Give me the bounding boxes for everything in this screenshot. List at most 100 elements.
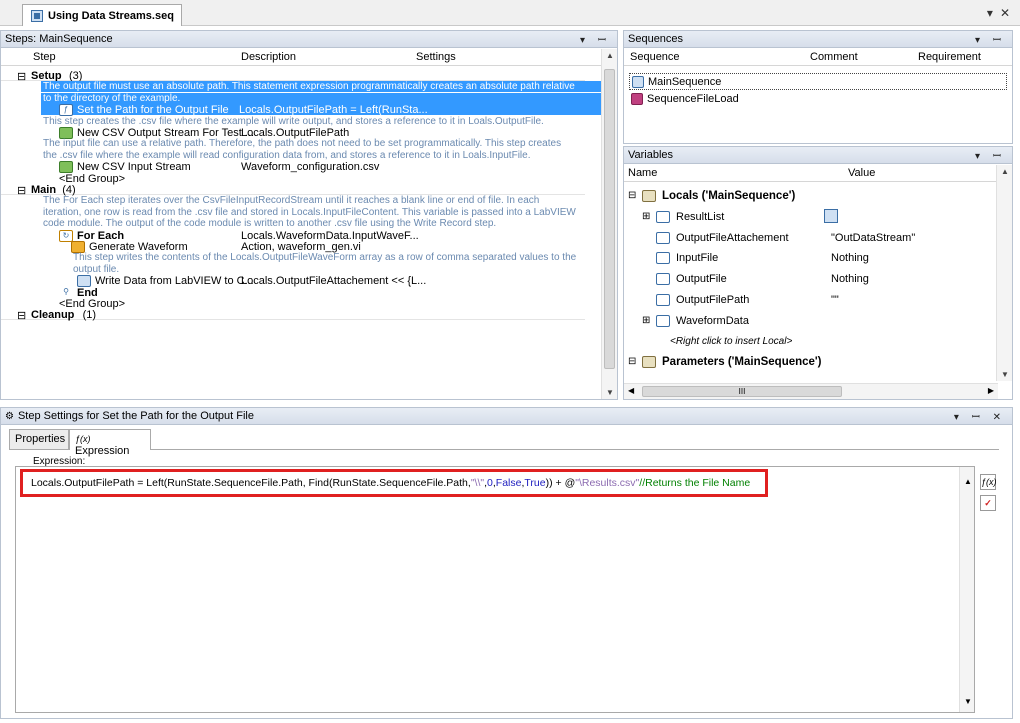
- fx-button[interactable]: ƒ(x): [980, 474, 997, 490]
- column-settings[interactable]: Settings: [416, 51, 456, 63]
- step-row[interactable]: ↻ For Each Locals.WaveformData.InputWaveF.…: [1, 229, 585, 242]
- step-comment-text: The input file can use a relative path. …: [43, 138, 562, 150]
- steps-pane: Steps: MainSequence ▾ ꟷ Step Description…: [0, 30, 618, 400]
- variables-column-header: Name Value: [624, 164, 996, 182]
- insert-local-hint[interactable]: <Right click to insert Local>: [624, 332, 996, 352]
- variable-row[interactable]: InputFile Nothing: [624, 248, 996, 268]
- step-comment[interactable]: code module. The output of the code modu…: [1, 218, 585, 229]
- pane-controls[interactable]: ▾ ꟷ ✕: [954, 409, 1006, 423]
- step-comment-text: the .csv file where the example will rea…: [43, 149, 531, 161]
- variable-value: Nothing: [831, 252, 869, 265]
- variable-row[interactable]: ⊟ Locals ('MainSequence'): [624, 186, 996, 206]
- variables-pane-title-text: Variables: [628, 149, 674, 161]
- step-comment[interactable]: This step creates the .csv file where th…: [1, 116, 585, 127]
- tree-expander-icon[interactable]: ⊟: [628, 356, 636, 367]
- column-description[interactable]: Description: [241, 51, 296, 63]
- group-label: Main: [31, 184, 57, 196]
- variable-row[interactable]: OutputFile Nothing: [624, 269, 996, 289]
- group-label: Setup: [31, 70, 62, 82]
- callback-sequence-icon: [631, 93, 643, 105]
- steps-vertical-scrollbar[interactable]: ▲ ▼: [601, 49, 617, 399]
- sequence-file-icon: [31, 9, 43, 22]
- loop-icon: ↻: [59, 229, 73, 242]
- stream-icon: [59, 161, 73, 174]
- check-icon: ✓: [980, 495, 996, 511]
- step-comment[interactable]: iteration, one row is read from the .csv…: [1, 207, 585, 218]
- end-group-marker[interactable]: <End Group>: [1, 173, 585, 185]
- pane-controls[interactable]: ▾ ꟷ: [975, 148, 1006, 162]
- string-icon: [656, 294, 670, 306]
- column-requirement[interactable]: Requirement: [918, 51, 981, 63]
- variable-name: Parameters ('MainSequence'): [662, 356, 822, 369]
- pane-controls[interactable]: ▾ ꟷ: [975, 32, 1006, 46]
- step-row[interactable]: ƒ Set the Path for the Output File Locals.…: [41, 104, 601, 117]
- variable-name: OutputFileAttachement: [676, 231, 789, 244]
- variable-row[interactable]: OutputFileAttachement "OutDataStream": [624, 228, 996, 248]
- step-comment[interactable]: The output file must use an absolute pat…: [41, 81, 601, 93]
- step-comment[interactable]: The For Each step iterates over the CsvF…: [1, 195, 585, 206]
- step-name: Generate Waveform: [89, 241, 188, 253]
- variable-row[interactable]: OutputFilePath "": [624, 290, 996, 310]
- document-tab[interactable]: Using Data Streams.seq: [22, 4, 182, 26]
- step-row[interactable]: Write Data from LabVIEW to C... Locals.Ou…: [1, 275, 585, 288]
- sequence-item-label: MainSequence: [648, 76, 722, 88]
- steps-column-header: Step Description Settings: [1, 48, 601, 66]
- variable-row[interactable]: ⊞ ResultList: [624, 207, 996, 227]
- group-expander-icon[interactable]: ⊟: [17, 309, 26, 322]
- check-button[interactable]: ✓: [980, 495, 996, 511]
- hscroll-thumb[interactable]: III: [642, 386, 842, 397]
- variable-name: OutputFile: [676, 273, 727, 286]
- end-group-marker[interactable]: <End Group>: [1, 298, 585, 310]
- column-value[interactable]: Value: [848, 167, 875, 179]
- variables-vertical-scrollbar[interactable]: ▲ ▼: [996, 165, 1012, 381]
- expression-input[interactable]: Locals.OutputFilePath = Left(RunState.Se…: [20, 469, 768, 497]
- step-comment[interactable]: the .csv file where the example will rea…: [1, 150, 585, 161]
- pane-controls[interactable]: ▾ ꟷ: [580, 32, 611, 46]
- step-comment-text: The For Each step iterates over the CsvF…: [43, 195, 540, 207]
- table-icon[interactable]: [824, 208, 838, 223]
- step-name: Set the Path for the Output File: [77, 104, 229, 117]
- tab-expression[interactable]: ƒ(x) Expression: [69, 429, 151, 457]
- column-name[interactable]: Name: [628, 167, 657, 179]
- step-comment[interactable]: The input file can use a relative path. …: [1, 138, 585, 149]
- variables-horizontal-scrollbar[interactable]: ◀ III ▶: [624, 383, 998, 399]
- dropdown-icon[interactable]: ▾: [987, 6, 997, 20]
- group-expander-icon[interactable]: ⊟: [17, 70, 26, 83]
- expression-vertical-scrollbar[interactable]: ▲ ▼: [959, 467, 974, 712]
- step-group[interactable]: ⊟ Main (4): [1, 184, 585, 197]
- tree-expander-icon[interactable]: ⊟: [628, 190, 636, 201]
- document-tab-strip: Using Data Streams.seq ▾ ✕: [0, 0, 1020, 26]
- step-row[interactable]: New CSV Output Stream For Test ... Locals…: [1, 127, 585, 139]
- step-group[interactable]: ⊟ Setup (3): [1, 70, 585, 83]
- sequence-item-mainsequence[interactable]: MainSequence: [629, 73, 1007, 90]
- column-comment[interactable]: Comment: [810, 51, 858, 63]
- step-settings-title: ⚙ Step Settings for Set the Path for the…: [1, 408, 1012, 425]
- column-step[interactable]: Step: [33, 51, 56, 63]
- expression-editor-frame: [15, 466, 975, 713]
- step-comment-text: This step writes the contents of the Loc…: [73, 252, 577, 264]
- step-comment[interactable]: output file.: [1, 264, 585, 275]
- step-row[interactable]: Generate Waveform Action, waveform_gen.vi: [1, 241, 585, 253]
- step-comment-text: The output file must use an absolute pat…: [43, 81, 575, 93]
- tab-properties[interactable]: Properties: [9, 429, 69, 449]
- step-row[interactable]: New CSV Input Stream Waveform_configurati…: [1, 161, 585, 174]
- step-group[interactable]: ⊟ Cleanup (1): [1, 309, 585, 322]
- variable-row[interactable]: ⊟ Parameters ('MainSequence'): [624, 352, 996, 372]
- step-comment[interactable]: to the directory of the example.: [41, 92, 601, 104]
- column-sequence[interactable]: Sequence: [630, 51, 680, 63]
- variable-value: "OutDataStream": [831, 231, 916, 244]
- step-description: Waveform_configuration.csv: [241, 161, 380, 174]
- variables-tree: ⊟ Locals ('MainSequence') ⊞ ResultList Outpu…: [624, 184, 996, 380]
- sequence-item-sequencefileload[interactable]: SequenceFileLoad: [629, 91, 739, 108]
- end-group-text: <End Group>: [59, 298, 126, 310]
- step-comment[interactable]: This step writes the contents of the Loc…: [1, 252, 585, 263]
- step-description: Locals.WaveformData.InputWaveF...: [241, 229, 419, 242]
- tree-expander-icon[interactable]: ⊞: [642, 315, 650, 326]
- expr-code: )) + @: [545, 477, 576, 489]
- variable-row[interactable]: ⊞ WaveformData: [624, 311, 996, 331]
- variable-value: "": [831, 294, 839, 306]
- step-settings-pane: ⚙ Step Settings for Set the Path for the…: [0, 407, 1013, 719]
- step-row[interactable]: ⚲ End: [1, 286, 585, 299]
- close-icon[interactable]: ✕: [1000, 6, 1014, 20]
- tree-expander-icon[interactable]: ⊞: [642, 211, 650, 222]
